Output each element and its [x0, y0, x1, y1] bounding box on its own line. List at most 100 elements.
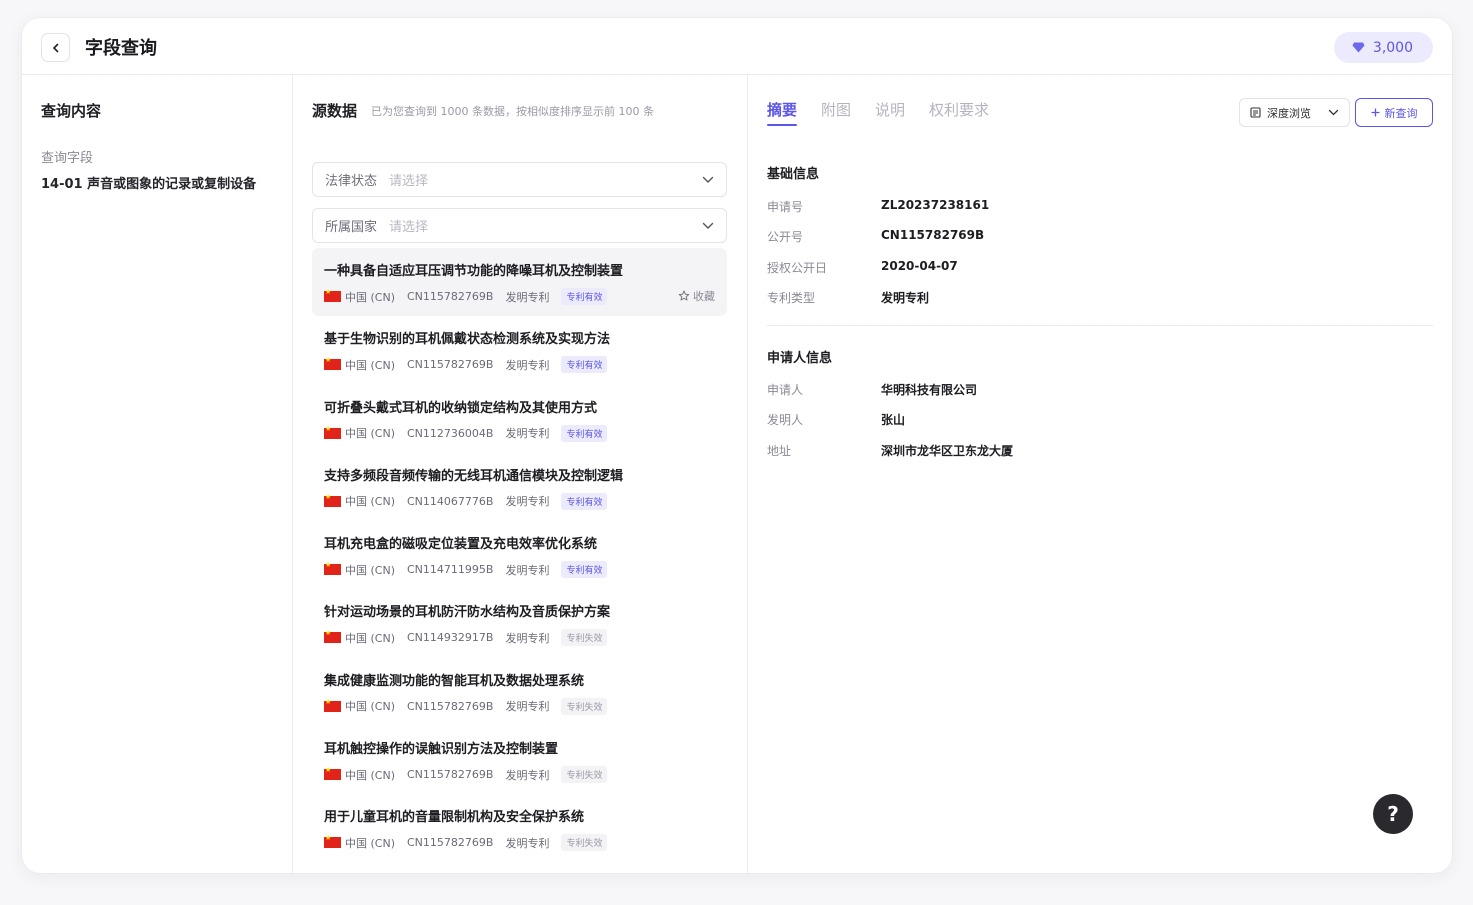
cn-flag-icon — [324, 493, 341, 507]
result-number: CN115782769B — [407, 836, 494, 850]
status-badge: 专利失效 — [561, 834, 608, 852]
result-title: 耳机充电盒的磁吸定位装置及充电效率优化系统 — [324, 537, 598, 553]
status-badge: 专利有效 — [561, 288, 608, 305]
help-button[interactable]: ? — [1373, 794, 1413, 834]
status-badge: 专利有效 — [561, 492, 608, 510]
status-badge: 专利失效 — [561, 697, 608, 715]
result-item[interactable]: 可折叠头戴式耳机的收纳锁定结构及其使用方式 中国 (CN) CN11273600… — [312, 385, 727, 453]
result-country: 中国 (CN) — [345, 427, 395, 441]
result-number: CN115782769B — [407, 699, 494, 713]
applicant-info-row: 申请人 华明科技有限公司 — [767, 381, 977, 398]
tab-figures[interactable]: 附图 — [821, 99, 851, 126]
result-type: 发明专利 — [505, 631, 550, 645]
favorite-label: 收藏 — [693, 290, 715, 303]
info-value: 华明科技有限公司 — [881, 383, 978, 397]
cn-flag-icon — [324, 561, 341, 576]
info-value: 深圳市龙华区卫东龙大厦 — [881, 444, 1014, 458]
result-title: 一种具备自适应耳压调节功能的降噪耳机及控制装置 — [324, 264, 624, 279]
basic-info-row: 专利类型 发明专利 — [767, 289, 929, 306]
result-type: 发明专利 — [505, 700, 550, 714]
result-type: 发明专利 — [505, 836, 550, 850]
result-country: 中国 (CN) — [345, 358, 395, 372]
cn-flag-icon — [324, 425, 341, 439]
result-item[interactable]: 针对运动场景的耳机防汗防水结构及音质保护方案 中国 (CN) CN1149329… — [312, 589, 727, 657]
source-data-title: 源数据 — [312, 102, 358, 120]
info-value: ZL20237238161 — [881, 198, 990, 212]
info-key: 发明人 — [767, 413, 804, 427]
source-data-panel: 源数据 已为您查询到 1000 条数据，按相似度排序显示前 100 条 法律状态… — [293, 75, 747, 873]
applicant-info-row: 地址 深圳市龙华区卫东龙大厦 — [767, 442, 1013, 459]
result-title: 针对运动场景的耳机防汗防水结构及音质保护方案 — [324, 605, 611, 621]
applicant-info-row: 发明人 张山 — [767, 411, 905, 428]
result-title: 集成健康监测功能的智能耳机及数据处理系统 — [324, 673, 585, 689]
tab-description[interactable]: 说明 — [875, 99, 905, 126]
credits-value: 3,000 — [1372, 39, 1413, 56]
result-item[interactable]: 集成健康监测功能的智能耳机及数据处理系统 中国 (CN) CN115782769… — [312, 658, 727, 726]
select-label: 法律状态 — [325, 174, 378, 189]
plus-icon — [1371, 108, 1379, 117]
info-key: 申请人 — [767, 383, 804, 397]
results-list: 一种具备自适应耳压调节功能的降噪耳机及控制装置 中国 (CN) CN115782… — [312, 248, 727, 863]
result-item[interactable]: 基于生物识别的耳机佩戴状态检测系统及实现方法 中国 (CN) CN1157827… — [312, 316, 727, 384]
page-title: 字段查询 — [85, 38, 157, 59]
new-query-label: 新查询 — [1384, 106, 1418, 120]
result-title: 用于儿童耳机的音量限制机构及安全保护系统 — [324, 810, 585, 826]
legal-status-select[interactable]: 法律状态 请选择 — [312, 162, 727, 197]
select-placeholder: 请选择 — [389, 220, 429, 235]
star-icon — [678, 290, 690, 301]
app-window: 字段查询 3,000 查询内容 查询字段 14-01 声音或图象的记录或复制设备… — [22, 18, 1452, 873]
result-type: 发明专利 — [505, 290, 550, 304]
back-button[interactable] — [41, 33, 70, 62]
deep-browse-dropdown[interactable]: 深度浏览 — [1239, 98, 1350, 127]
select-placeholder: 请选择 — [389, 174, 429, 189]
result-item[interactable]: 支持多频段音频传输的无线耳机通信模块及控制逻辑 中国 (CN) CN114067… — [312, 453, 727, 521]
result-item[interactable]: 用于儿童耳机的音量限制机构及安全保护系统 中国 (CN) CN115782769… — [312, 794, 727, 862]
result-number: CN115782769B — [407, 290, 494, 303]
result-country: 中国 (CN) — [345, 495, 395, 509]
result-item[interactable]: 耳机触控操作的误触识别方法及控制装置 中国 (CN) CN115782769B … — [312, 726, 727, 794]
cn-flag-icon — [324, 288, 341, 302]
result-country: 中国 (CN) — [345, 768, 395, 782]
result-country: 中国 (CN) — [345, 631, 395, 645]
source-data-hint: 已为您查询到 1000 条数据，按相似度排序显示前 100 条 — [371, 105, 654, 118]
query-panel: 查询内容 查询字段 14-01 声音或图象的记录或复制设备 — [22, 75, 292, 873]
result-number: CN114067776B — [407, 494, 494, 508]
result-number: CN112736004B — [407, 426, 494, 440]
info-key: 地址 — [767, 444, 792, 458]
select-label: 所属国家 — [325, 220, 378, 235]
new-query-button[interactable]: 新查询 — [1355, 98, 1433, 127]
result-number: CN115782769B — [407, 358, 494, 372]
credits-badge[interactable]: 3,000 — [1333, 32, 1433, 63]
result-country: 中国 (CN) — [345, 836, 395, 850]
result-country: 中国 (CN) — [345, 290, 395, 304]
info-key: 申请号 — [767, 200, 804, 214]
info-key: 公开号 — [767, 230, 804, 244]
chevron-down-icon — [1328, 109, 1339, 116]
tab-abstract[interactable]: 摘要 — [767, 99, 798, 126]
tab-claims[interactable]: 权利要求 — [929, 99, 989, 126]
basic-info-row: 授权公开日 2020-04-07 — [767, 259, 958, 276]
status-badge: 专利失效 — [561, 766, 608, 784]
result-type: 发明专利 — [505, 768, 550, 782]
query-panel-title: 查询内容 — [41, 102, 102, 120]
info-key: 授权公开日 — [767, 261, 828, 275]
cn-flag-icon — [324, 834, 341, 849]
section-divider — [767, 325, 1433, 326]
result-item[interactable]: 耳机充电盒的磁吸定位装置及充电效率优化系统 中国 (CN) CN11471199… — [312, 521, 727, 589]
favorite-button[interactable]: 收藏 — [678, 288, 715, 304]
result-title: 基于生物识别的耳机佩戴状态检测系统及实现方法 — [324, 332, 611, 348]
detail-tabs: 摘要 附图 说明 权利要求 — [767, 99, 989, 126]
info-value: 发明专利 — [881, 291, 930, 305]
applicant-info-title: 申请人信息 — [767, 351, 833, 366]
document-icon — [1250, 107, 1261, 118]
result-country: 中国 (CN) — [345, 700, 395, 714]
basic-info-row: 申请号 ZL20237238161 — [767, 198, 989, 215]
status-badge: 专利有效 — [561, 356, 608, 374]
result-number: CN114711995B — [407, 563, 494, 577]
result-item[interactable]: 一种具备自适应耳压调节功能的降噪耳机及控制装置 中国 (CN) CN115782… — [312, 248, 727, 317]
result-title: 支持多频段音频传输的无线耳机通信模块及控制逻辑 — [324, 468, 624, 484]
result-title: 可折叠头戴式耳机的收纳锁定结构及其使用方式 — [324, 400, 598, 416]
country-select[interactable]: 所属国家 请选择 — [312, 208, 727, 243]
basic-info-row: 公开号 CN115782769B — [767, 228, 984, 245]
info-value: 2020-04-07 — [881, 259, 958, 273]
